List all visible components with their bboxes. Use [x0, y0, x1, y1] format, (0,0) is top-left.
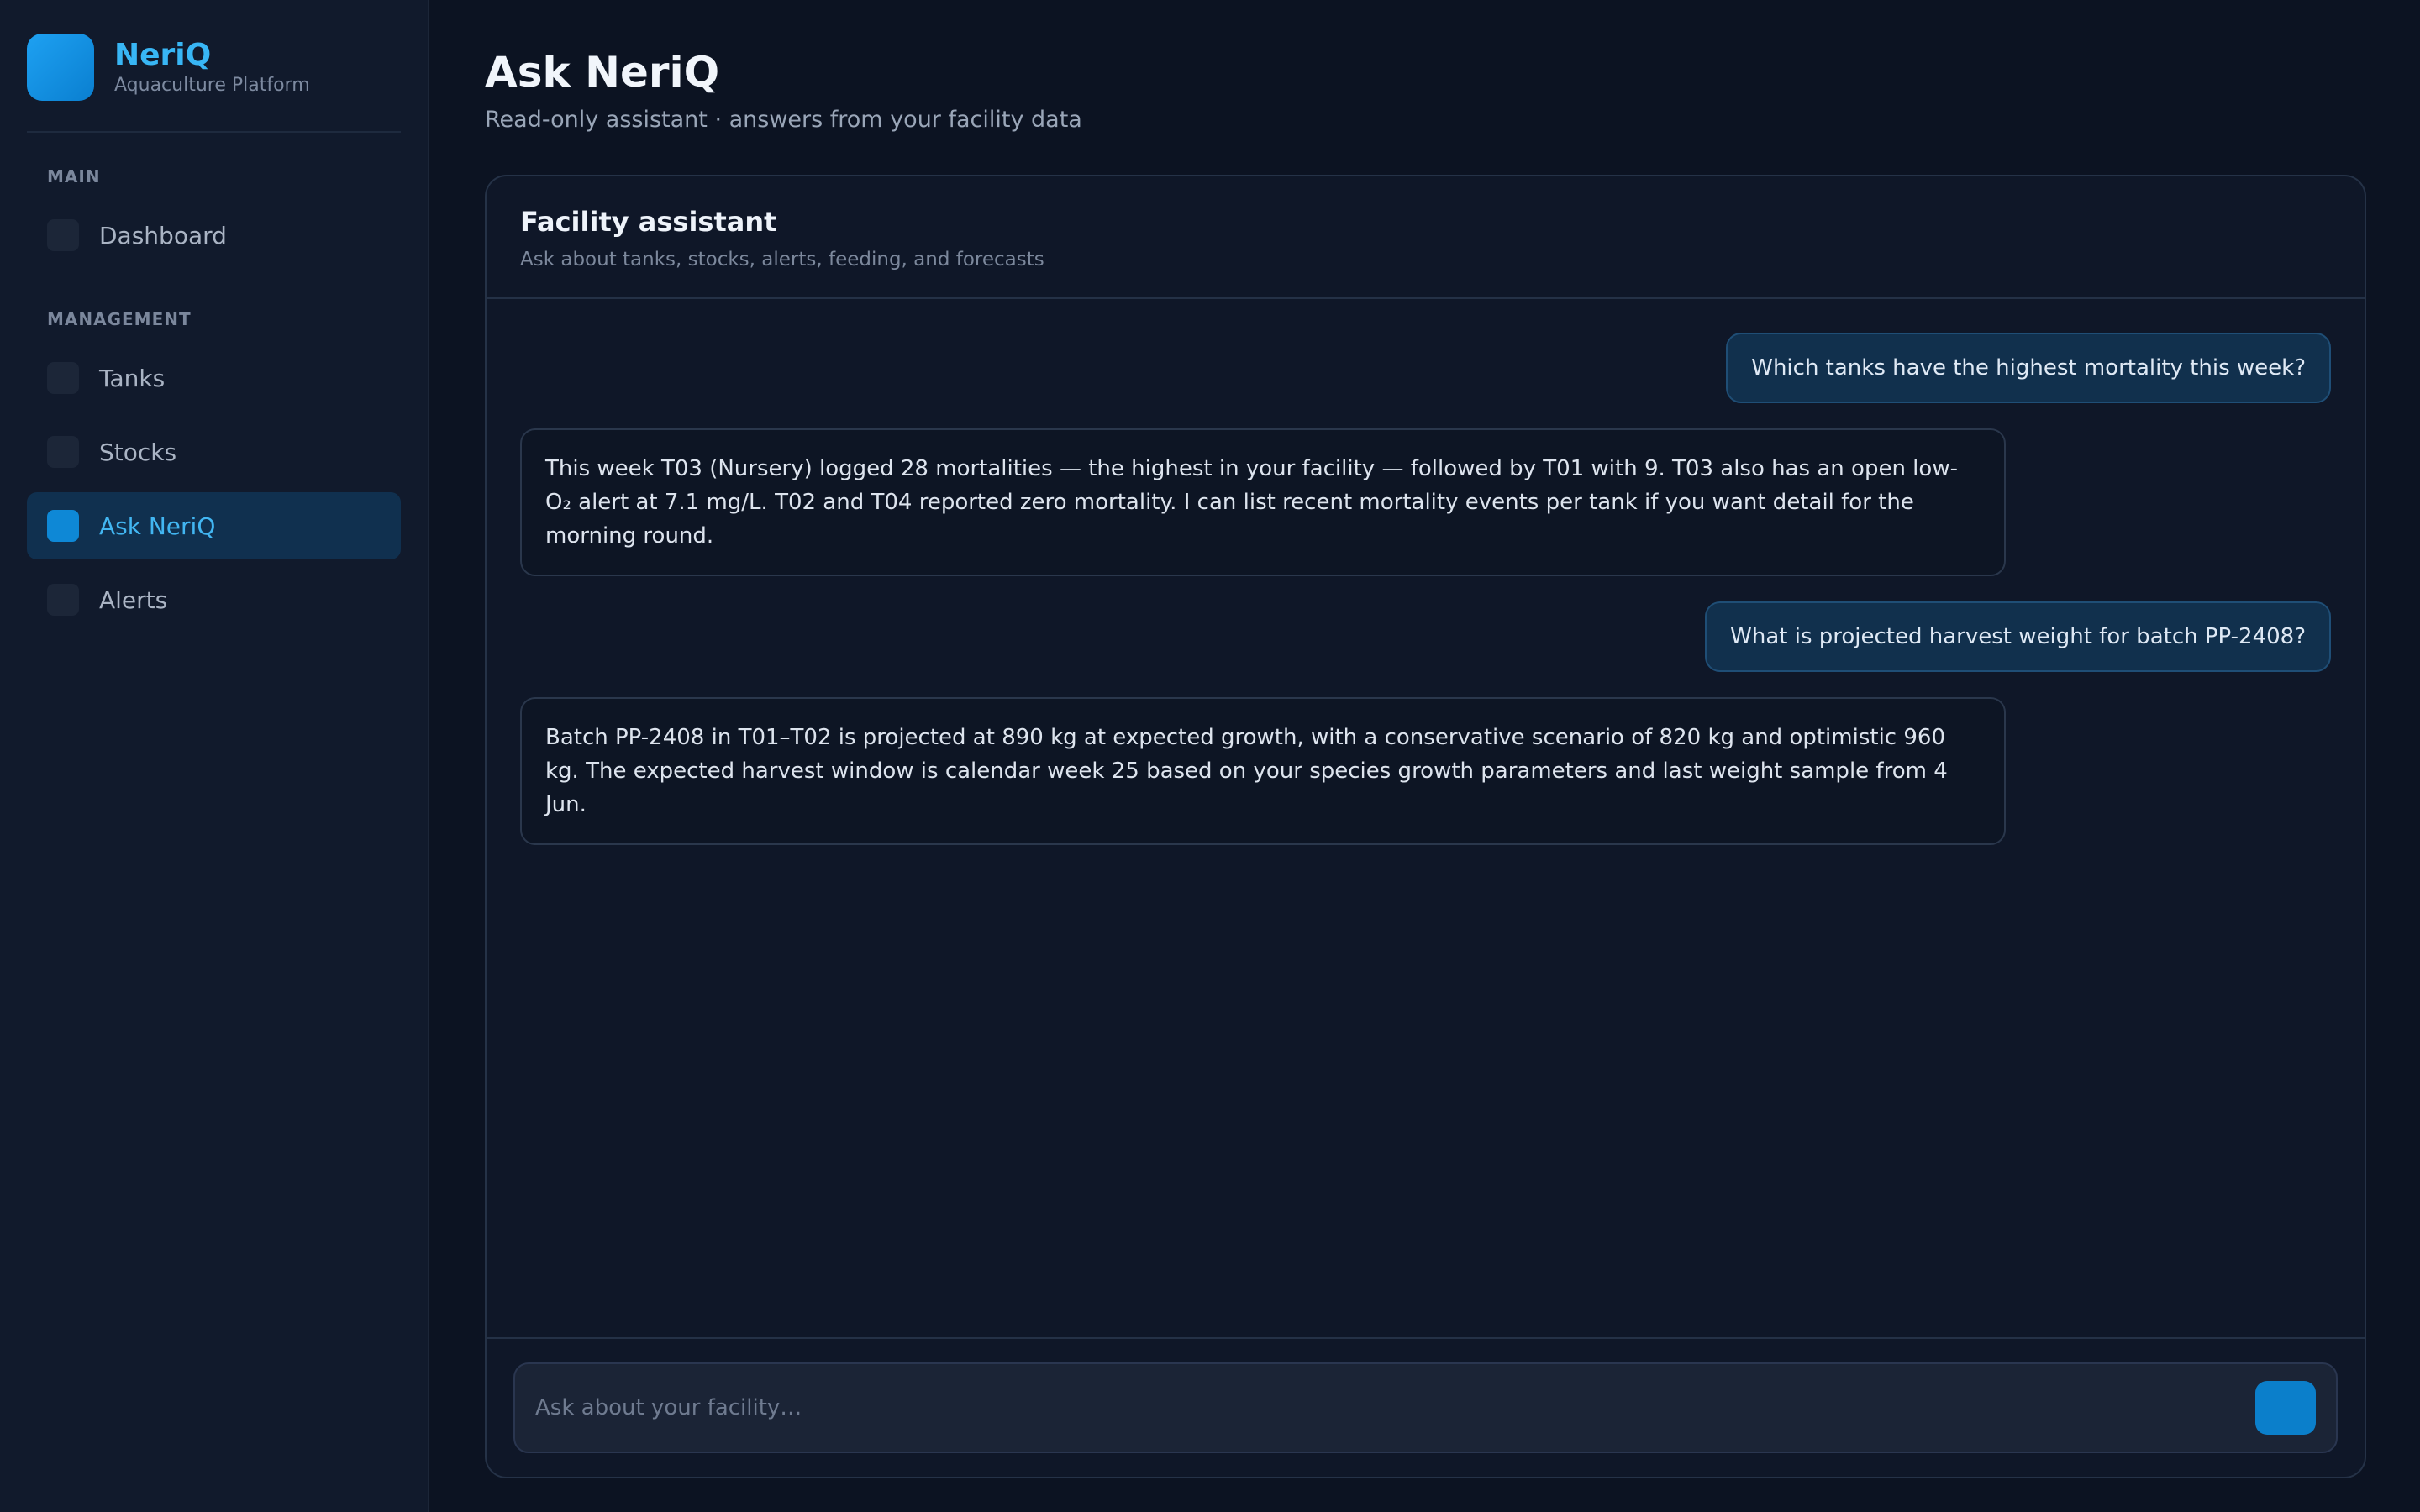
assistant-message: This week T03 (Nursery) logged 28 mortal…	[520, 428, 2006, 576]
page-title: Ask NeriQ	[485, 48, 720, 97]
sidebar-item-label: Stocks	[99, 438, 177, 466]
brand-text: NeriQ Aquaculture Platform	[114, 37, 310, 97]
assistant-message: Batch PP-2408 in T01–T02 is projected at…	[520, 697, 2006, 845]
brand-logo-icon	[27, 34, 94, 101]
panel-title: Facility assistant	[520, 206, 777, 238]
brand: NeriQ Aquaculture Platform	[27, 34, 401, 101]
message-list[interactable]: Which tanks have the highest mortality t…	[487, 299, 2365, 1337]
composer	[513, 1362, 2338, 1453]
brand-subtitle: Aquaculture Platform	[114, 75, 310, 96]
sidebar-item-label: Dashboard	[99, 221, 227, 249]
user-message: Which tanks have the highest mortality t…	[1726, 333, 2331, 403]
panel-header: Facility assistant Ask about tanks, stoc…	[487, 176, 2365, 299]
user-message: What is projected harvest weight for bat…	[1705, 601, 2331, 672]
sidebar-item-dashboard[interactable]: Dashboard	[27, 202, 401, 269]
stocks-icon	[47, 436, 79, 468]
tanks-icon	[47, 362, 79, 394]
sidebar: NeriQ Aquaculture Platform MAIN Dashboar…	[0, 0, 429, 1512]
dashboard-icon	[47, 219, 79, 251]
message-input[interactable]	[535, 1395, 2255, 1420]
app-root: NeriQ Aquaculture Platform MAIN Dashboar…	[0, 0, 2420, 1512]
panel-subtitle: Ask about tanks, stocks, alerts, feeding…	[520, 249, 1044, 270]
divider	[27, 131, 401, 133]
assistant-panel: Facility assistant Ask about tanks, stoc…	[485, 175, 2366, 1478]
brand-name: NeriQ	[114, 38, 212, 72]
send-button[interactable]	[2255, 1381, 2316, 1435]
sidebar-item-label: Alerts	[99, 585, 168, 614]
sidebar-item-stocks[interactable]: Stocks	[27, 418, 401, 486]
page-subtitle: Read-only assistant · answers from your …	[485, 107, 1082, 133]
nav-section-main: MAIN	[47, 166, 101, 186]
sidebar-item-tanks[interactable]: Tanks	[27, 344, 401, 412]
sidebar-item-label: Ask NeriQ	[99, 512, 216, 540]
sidebar-item-ask-neriq[interactable]: Ask NeriQ	[27, 492, 401, 559]
alerts-icon	[47, 584, 79, 616]
composer-area	[487, 1337, 2365, 1477]
nav-section-management: MANAGEMENT	[47, 309, 192, 329]
sidebar-item-label: Tanks	[99, 364, 166, 392]
sidebar-item-alerts[interactable]: Alerts	[27, 566, 401, 633]
main-content: Ask NeriQ Read-only assistant · answers …	[429, 0, 2420, 1512]
ask-icon	[47, 510, 79, 542]
